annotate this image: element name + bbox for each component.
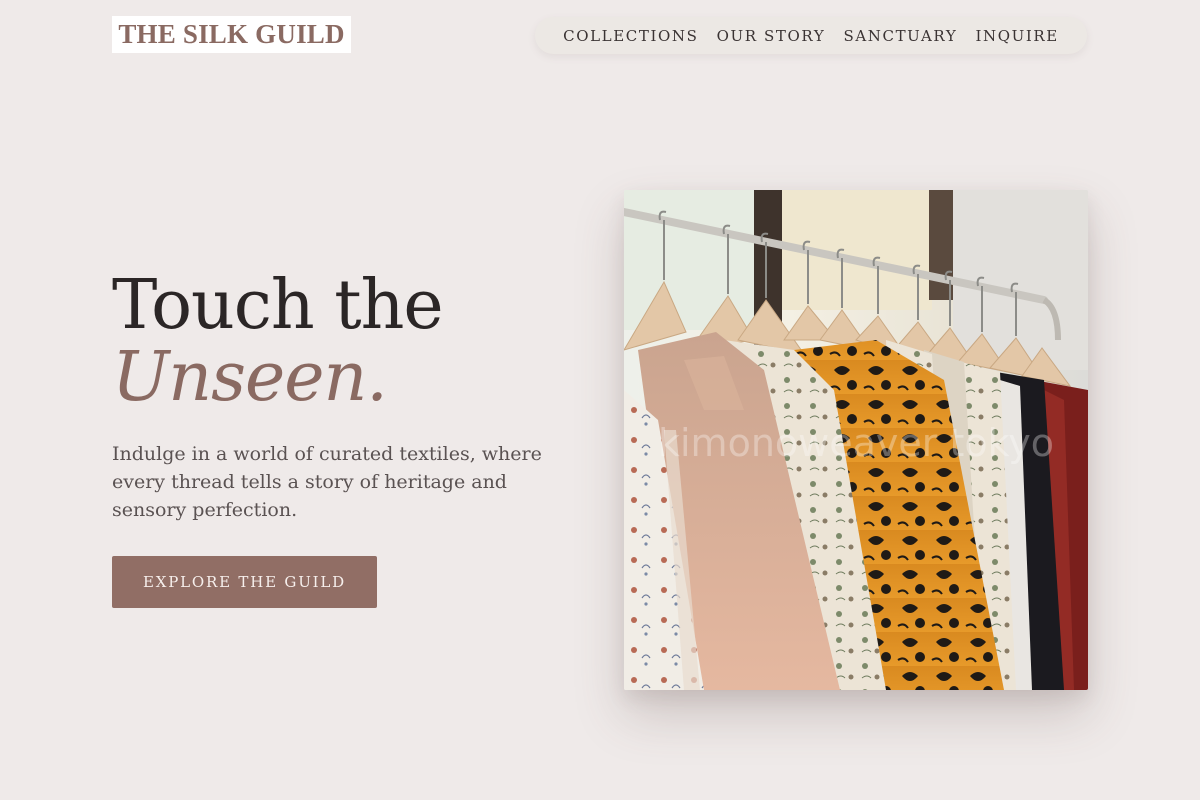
nav-item-inquire[interactable]: INQUIRE — [975, 27, 1058, 45]
image-watermark: kimonoweaver tokyo — [658, 421, 1054, 465]
hero-headline: Touch the Unseen. — [112, 266, 444, 417]
nav-item-our-story[interactable]: OUR STORY — [717, 27, 826, 45]
hero-description: Indulge in a world of curated textiles, … — [112, 443, 542, 521]
nav-item-collections[interactable]: COLLECTIONS — [563, 27, 698, 45]
hero-image-clothing-rack: kimonoweaver tokyo — [624, 190, 1088, 690]
explore-guild-button[interactable]: EXPLORE THE GUILD — [112, 556, 377, 608]
hero-headline-line2: Unseen. — [112, 338, 388, 417]
hero-headline-line1: Touch the — [112, 266, 444, 345]
brand-logo[interactable]: THE SILK GUILD — [112, 16, 351, 53]
main-nav: COLLECTIONS OUR STORY SANCTUARY INQUIRE — [535, 17, 1087, 54]
nav-item-sanctuary[interactable]: SANCTUARY — [843, 27, 957, 45]
